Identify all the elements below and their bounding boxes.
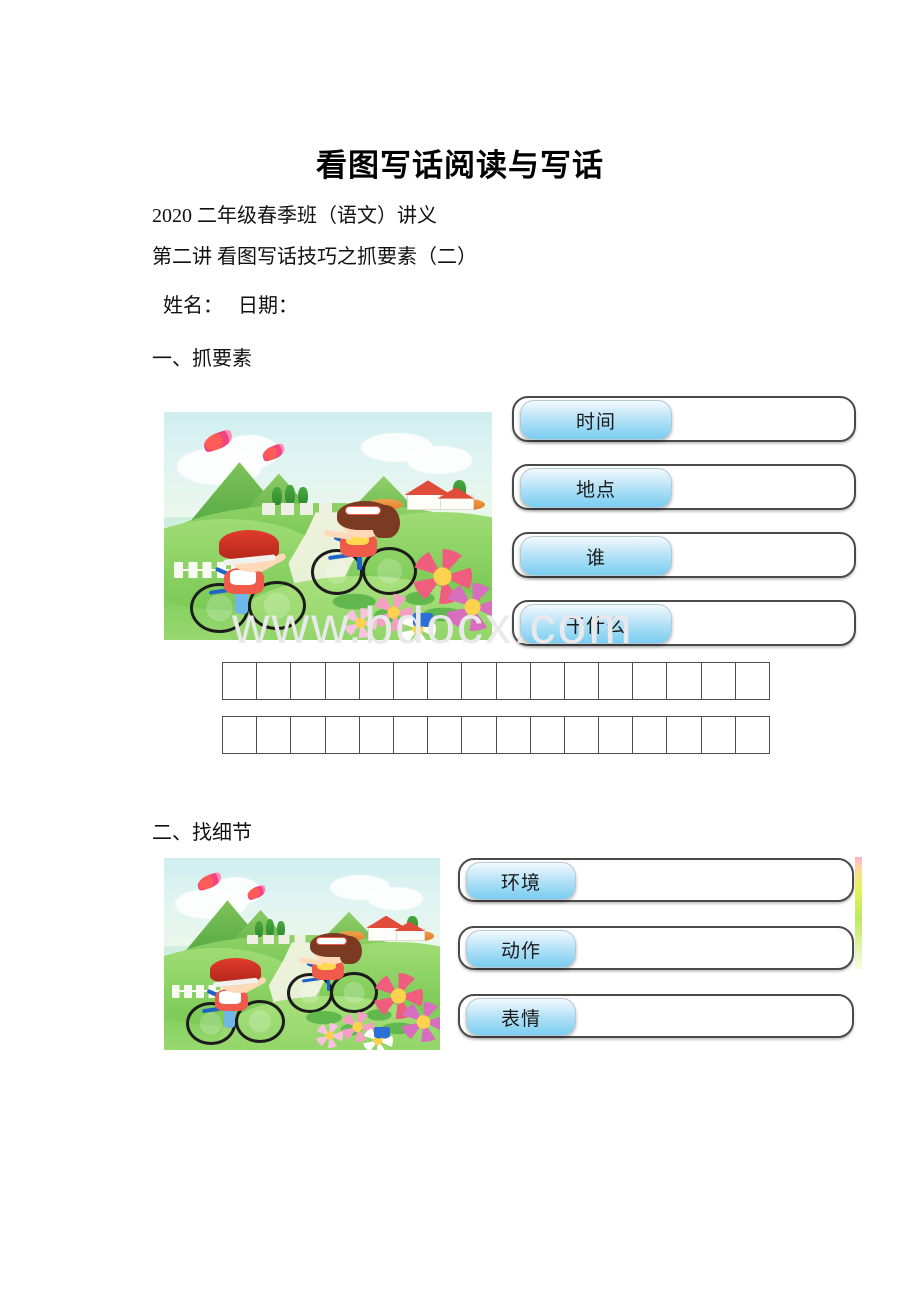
writing-cell[interactable] (324, 716, 360, 754)
writing-cell[interactable] (495, 662, 531, 700)
color-strip-decoration (855, 857, 862, 969)
flower-petals (401, 1002, 440, 1043)
helmet-icon (210, 957, 262, 982)
answer-row-action[interactable]: 动作 (458, 926, 854, 970)
flower-icon (401, 1002, 440, 1043)
writing-cell[interactable] (222, 716, 258, 754)
flower-petals (344, 608, 378, 638)
writing-cell[interactable] (529, 716, 565, 754)
writing-cell[interactable] (427, 716, 463, 754)
row-label-environment: 环境 (466, 862, 576, 900)
writing-cell[interactable] (324, 662, 360, 700)
lesson-line: 第二讲 看图写话技巧之抓要素（二） (152, 246, 477, 268)
name-date-line: 姓名： 日期： (158, 295, 298, 317)
writing-cell[interactable] (256, 662, 292, 700)
row-label-who: 谁 (520, 536, 672, 576)
house-icon (437, 487, 475, 511)
writing-cell[interactable] (461, 716, 497, 754)
writing-cell[interactable] (700, 716, 736, 754)
illustration-section-1 (164, 412, 492, 640)
flower-icon (344, 608, 378, 638)
answer-row-time[interactable]: 时间 (512, 396, 856, 442)
illustration-section-2 (164, 858, 440, 1050)
writing-cell[interactable] (290, 716, 326, 754)
writing-cell[interactable] (392, 716, 429, 754)
answer-row-environment[interactable]: 环境 (458, 858, 854, 902)
row-label-what: 干什么 (520, 604, 672, 644)
writing-cell[interactable] (632, 662, 668, 700)
writing-cell[interactable] (632, 716, 668, 754)
writing-cell[interactable] (734, 716, 770, 754)
writing-cell[interactable] (427, 662, 463, 700)
bird-icon (195, 871, 224, 893)
flower-petals (315, 1023, 344, 1049)
writing-cell[interactable] (563, 716, 600, 754)
writing-grid-row-2[interactable] (222, 716, 770, 754)
house-roof (437, 487, 475, 499)
writing-cell[interactable] (392, 662, 429, 700)
cloud-icon (406, 446, 473, 474)
boy-shirt (219, 990, 242, 1004)
writing-grid-row-1[interactable] (222, 662, 770, 700)
boy-on-bicycle (186, 954, 296, 1046)
writing-cell[interactable] (222, 662, 258, 700)
answer-row-who[interactable]: 谁 (512, 532, 856, 578)
helmet-icon (219, 530, 280, 559)
bike-scene-illustration (164, 858, 440, 1050)
answer-row-what[interactable]: 干什么 (512, 600, 856, 646)
answer-row-place[interactable]: 地点 (512, 464, 856, 510)
cloud-icon (368, 886, 424, 910)
sunglasses-icon (316, 937, 347, 945)
writing-cell[interactable] (700, 662, 736, 700)
butterfly-icon (413, 612, 433, 629)
writing-cell[interactable] (495, 716, 531, 754)
flower-petals (446, 583, 492, 631)
writing-cell[interactable] (666, 716, 702, 754)
boy-shirt (229, 569, 256, 586)
house-roof (394, 921, 426, 931)
bird-icon (201, 428, 235, 453)
bike-scene-illustration (164, 412, 492, 640)
writing-cell[interactable] (598, 716, 634, 754)
course-line: 2020 二年级春季班（语文）讲义 (152, 205, 437, 227)
writing-cell[interactable] (256, 716, 292, 754)
writing-cell[interactable] (358, 716, 394, 754)
writing-cell[interactable] (290, 662, 326, 700)
writing-cell[interactable] (563, 662, 600, 700)
section-heading-2: 二、找细节 (152, 822, 252, 844)
writing-cell[interactable] (529, 662, 565, 700)
writing-cell[interactable] (358, 662, 394, 700)
writing-cell[interactable] (734, 662, 770, 700)
flower-icon (315, 1023, 344, 1049)
document-page: 看图写话阅读与写话 2020 二年级春季班（语文）讲义 第二讲 看图写话技巧之抓… (0, 0, 920, 1302)
bird-icon (245, 884, 268, 901)
answer-row-expression[interactable]: 表情 (458, 994, 854, 1038)
page-title: 看图写话阅读与写话 (316, 148, 604, 183)
house-icon (394, 921, 426, 941)
sunglasses-icon (345, 506, 381, 515)
butterfly-icon (373, 1026, 391, 1041)
row-label-action: 动作 (466, 930, 576, 968)
writing-cell[interactable] (598, 662, 634, 700)
row-label-expression: 表情 (466, 998, 576, 1036)
writing-cell[interactable] (666, 662, 702, 700)
boy-on-bicycle (190, 526, 321, 635)
writing-cell[interactable] (461, 662, 497, 700)
flower-icon (446, 583, 492, 631)
bird-icon (261, 442, 287, 462)
row-label-time: 时间 (520, 400, 672, 440)
row-label-place: 地点 (520, 468, 672, 508)
section-heading-1: 一、抓要素 (152, 348, 252, 370)
